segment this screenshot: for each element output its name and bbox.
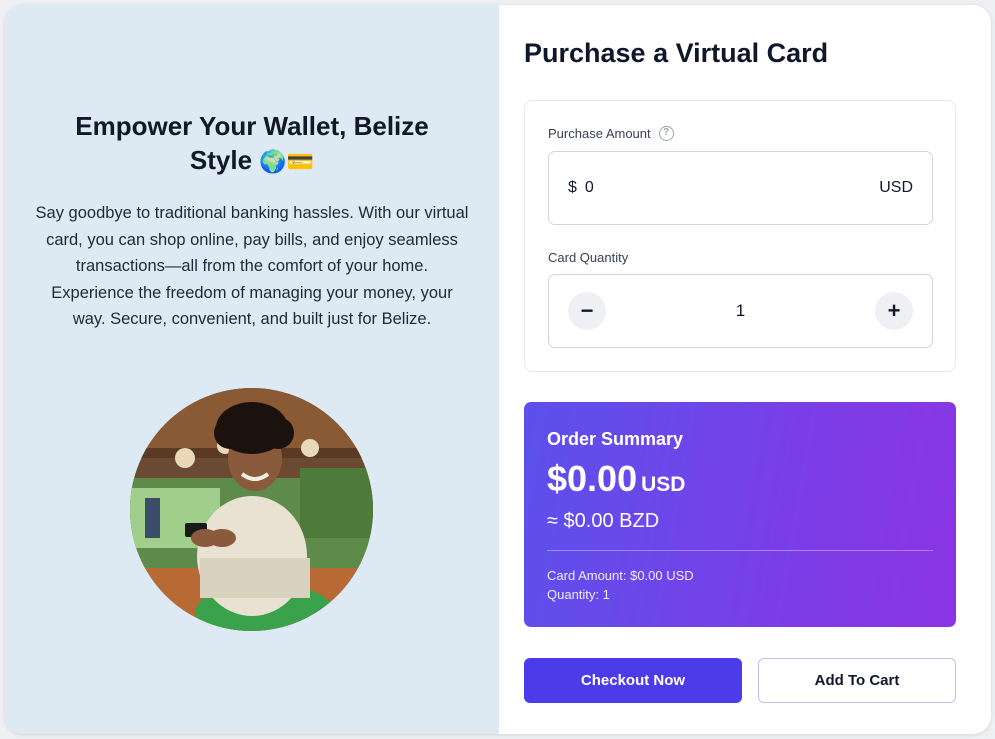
checkout-now-button[interactable]: Checkout Now (524, 658, 742, 703)
order-total-bzd: ≈ $0.00 BZD (547, 510, 660, 532)
hero-panel: Empower Your Wallet, Belize Style 🌍💳 Say… (5, 5, 499, 734)
order-total-unit: USD (641, 473, 686, 496)
page-title: Purchase a Virtual Card (524, 38, 829, 68)
help-circle-icon[interactable]: ? (658, 126, 674, 141)
purchase-form: Purchase Amount ? $ 0 USD Card Quantity … (524, 100, 956, 372)
quantity-value[interactable]: 1 (736, 301, 745, 321)
order-summary-title: Order Summary (547, 429, 684, 449)
order-total: $0.00 USD (547, 458, 686, 499)
purchase-amount-input[interactable]: $ 0 USD (548, 151, 933, 225)
summary-quantity: Quantity: 1 (547, 587, 610, 602)
amount-value[interactable]: 0 (585, 179, 879, 197)
purchase-amount-label: Purchase Amount ? (548, 126, 674, 141)
amount-unit: USD (879, 179, 913, 196)
smiling-man-with-phone-illustration (130, 388, 373, 631)
quantity-stepper: − 1 + (548, 274, 933, 348)
add-to-cart-button[interactable]: Add To Cart (758, 658, 956, 703)
purchase-card-panel: Empower Your Wallet, Belize Style 🌍💳 Say… (5, 5, 991, 734)
minus-icon: − (580, 298, 594, 323)
increment-button[interactable]: + (875, 292, 913, 330)
order-summary: Order Summary $0.00 USD ≈ $0.00 BZD Card … (524, 402, 956, 627)
summary-card-amount: Card Amount: $0.00 USD (547, 568, 694, 583)
summary-divider (547, 550, 933, 551)
hero-photo (130, 388, 373, 631)
hero-headline: Empower Your Wallet, Belize Style 🌍💳 (75, 111, 429, 175)
currency-symbol: $ (568, 179, 577, 196)
decrement-button[interactable]: − (568, 292, 606, 330)
purchase-form-panel: Purchase a Virtual Card Purchase Amount … (499, 5, 991, 734)
card-quantity-label: Card Quantity (548, 250, 629, 265)
hero-description: Say goodbye to traditional banking hassl… (35, 204, 469, 329)
plus-icon: + (887, 298, 901, 323)
globe-card-emoji: 🌍💳 (259, 150, 315, 175)
